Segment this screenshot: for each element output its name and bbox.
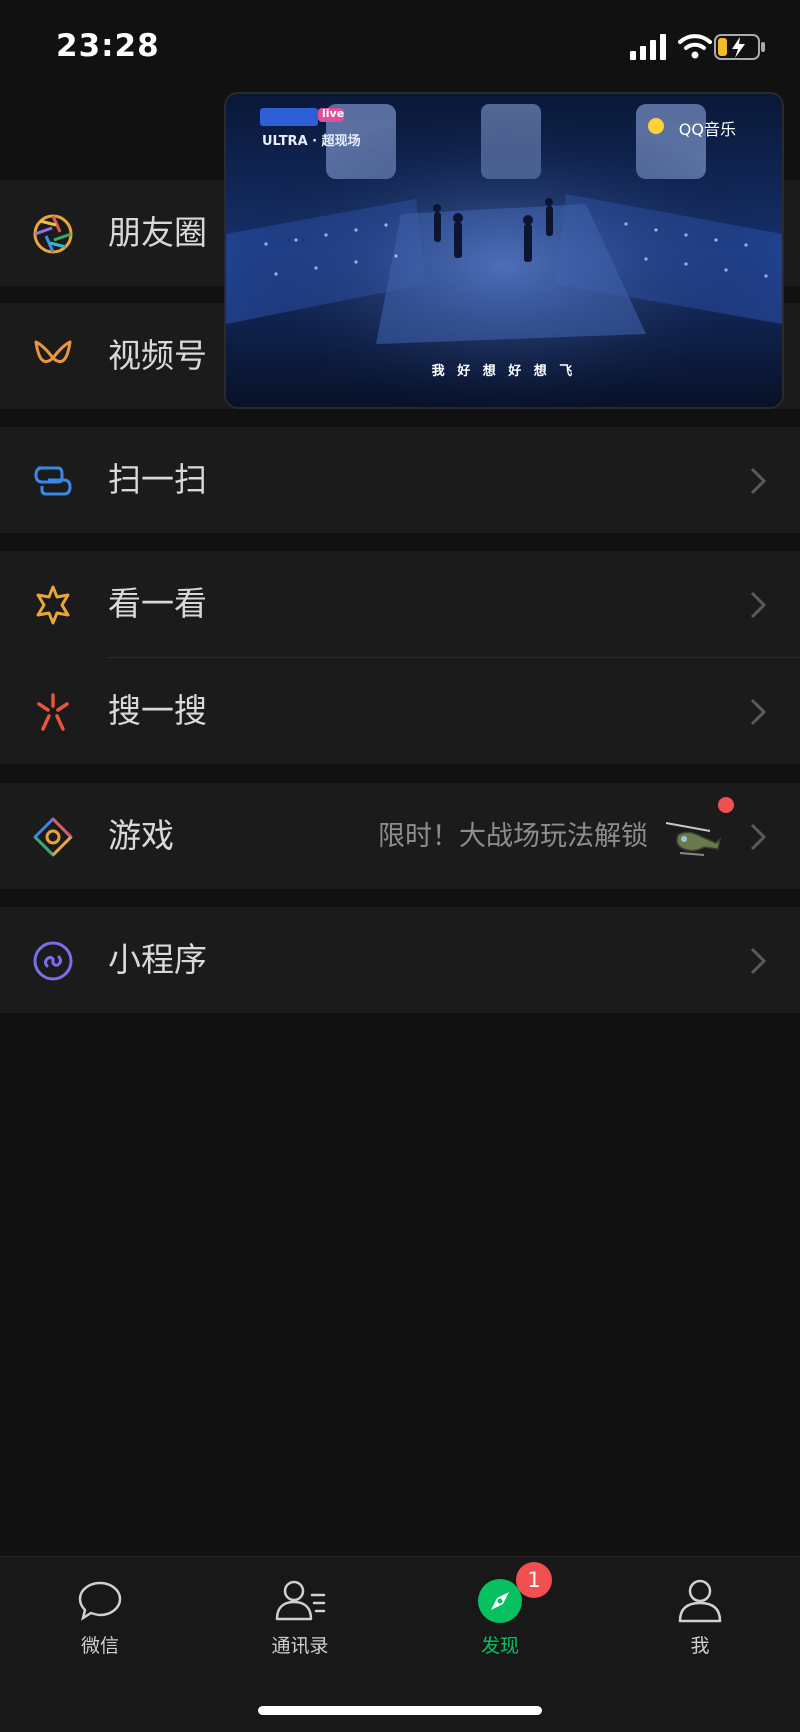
menu-label-search: 搜一搜	[108, 691, 207, 730]
tab-label-me: 我	[690, 1635, 710, 1657]
mini-programs-group: 小程序	[0, 907, 800, 1013]
helicopter-icon	[665, 822, 722, 856]
chevron-right-icon	[750, 947, 767, 975]
chevron-right-icon	[750, 823, 767, 851]
menu-label-games: 游戏	[108, 816, 174, 855]
games-group: 游戏 限时！大战场玩法解锁	[0, 783, 800, 889]
search-icon	[37, 693, 69, 731]
menu-label-moments: 朋友圈	[108, 213, 207, 252]
menu-item-games[interactable]: 游戏 限时！大战场玩法解锁	[0, 783, 800, 889]
wifi-icon	[678, 34, 712, 59]
chevron-right-icon	[750, 467, 767, 495]
video-partner-label: QQ音乐	[678, 120, 736, 139]
chat-bubble-icon	[78, 1581, 122, 1621]
tab-contacts[interactable]: 通讯录	[200, 1557, 400, 1677]
menu-label-mini-programs: 小程序	[108, 940, 207, 979]
tab-chats[interactable]: 微信	[0, 1557, 200, 1677]
menu-label-top-stories: 看一看	[108, 584, 207, 623]
video-brand-tag: live	[322, 107, 345, 120]
status-time: 23:28	[56, 28, 160, 64]
tab-label-chats: 微信	[80, 1635, 119, 1657]
battery-charging-icon	[714, 34, 765, 60]
tab-discover[interactable]: 发现	[400, 1557, 600, 1677]
scan-icon	[34, 466, 72, 496]
scan-group: 扫一扫	[0, 427, 800, 533]
profile-icon	[678, 1579, 722, 1623]
video-brand-logo: ULTRA · 超现场	[262, 134, 361, 149]
menu-item-top-stories[interactable]: 看一看	[0, 551, 800, 657]
contacts-icon	[275, 1580, 326, 1621]
mini-programs-icon	[33, 941, 73, 981]
tab-label-contacts: 通讯录	[271, 1635, 329, 1657]
channels-icon	[34, 340, 72, 363]
discover-badge: 1	[516, 1562, 552, 1598]
cellular-signal-icon	[630, 34, 666, 60]
games-promo-text: 限时！大战场玩法解锁	[378, 821, 648, 852]
chevron-right-icon	[750, 591, 767, 619]
menu-label-scan: 扫一扫	[108, 460, 207, 499]
menu-item-search[interactable]: 搜一搜	[0, 658, 800, 764]
explore-group: 看一看 搜一搜	[0, 551, 800, 764]
status-bar: 23:28	[0, 0, 800, 100]
home-indicator[interactable]	[258, 1706, 542, 1715]
notification-dot	[718, 797, 734, 813]
floating-video-player[interactable]: ULTRA · 超现场 live QQ音乐 我 好 想 好 想 飞	[224, 92, 784, 409]
qq-music-logo-icon	[648, 118, 664, 134]
chevron-right-icon	[750, 698, 767, 726]
games-icon	[33, 817, 73, 857]
video-subtitle: 我 好 想 好 想 飞	[431, 364, 577, 379]
tab-me[interactable]: 我	[600, 1557, 800, 1677]
menu-item-mini-programs[interactable]: 小程序	[0, 907, 800, 1013]
menu-item-scan[interactable]: 扫一扫	[0, 427, 800, 533]
menu-label-channels: 视频号	[108, 336, 207, 375]
moments-icon	[33, 214, 73, 254]
top-stories-icon	[36, 585, 70, 625]
tab-label-discover: 发现	[480, 1635, 519, 1657]
